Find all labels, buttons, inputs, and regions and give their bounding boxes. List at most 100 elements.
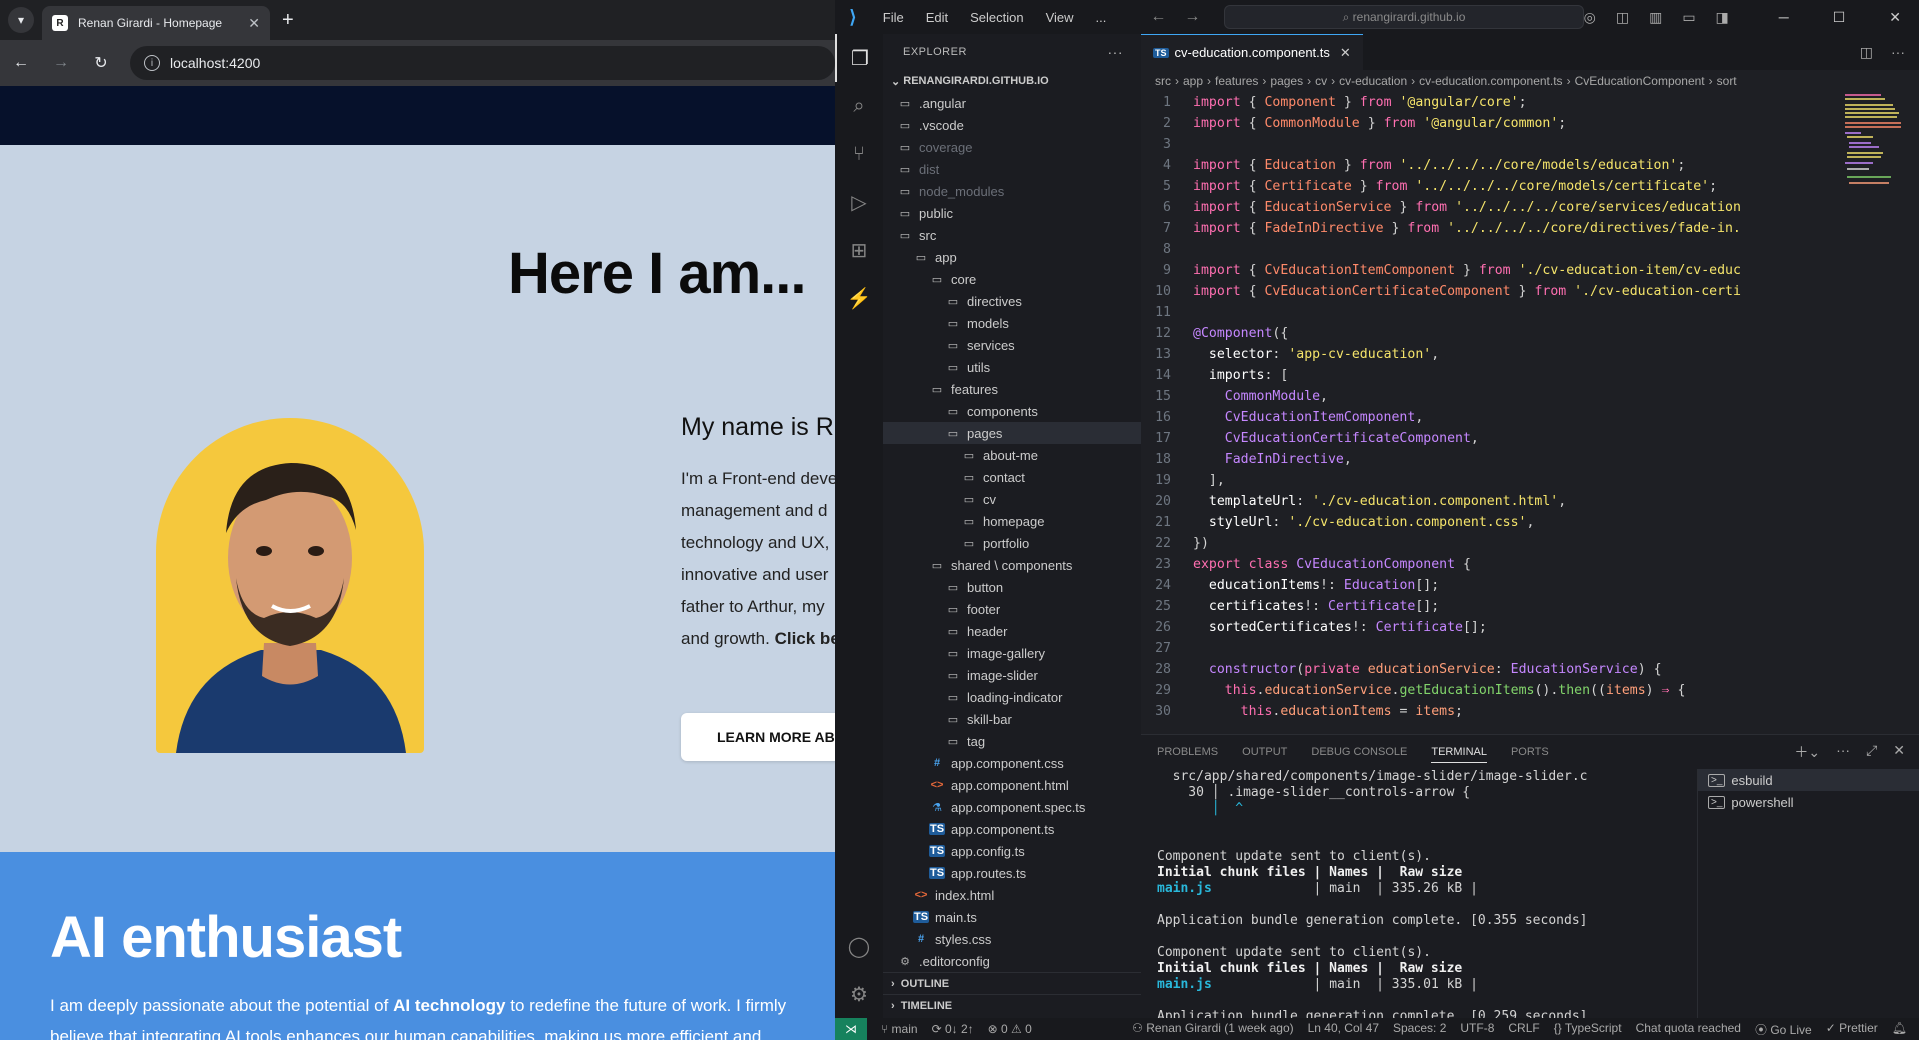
- tree-item[interactable]: ▭ image-gallery: [883, 642, 1141, 664]
- git-blame[interactable]: ⚇ Renan Girardi (1 week ago): [1132, 1021, 1294, 1038]
- reload-icon[interactable]: ↻: [90, 53, 112, 73]
- tree-item[interactable]: ⚗ app.component.spec.ts: [883, 796, 1141, 818]
- live-share-icon[interactable]: ⚡: [835, 274, 883, 322]
- new-tab-icon[interactable]: +: [282, 9, 294, 32]
- toggle-sidebar-icon[interactable]: ▥: [1649, 9, 1662, 26]
- tree-item[interactable]: ▭ homepage: [883, 510, 1141, 532]
- go-live[interactable]: ⦿ Go Live: [1755, 1021, 1812, 1038]
- menu-view[interactable]: View: [1046, 10, 1074, 25]
- tree-item[interactable]: ▭ pages: [883, 422, 1141, 444]
- tab-terminal[interactable]: TERMINAL: [1431, 746, 1487, 763]
- tree-item[interactable]: ▭ app: [883, 246, 1141, 268]
- more-actions-icon[interactable]: ···: [1108, 44, 1142, 60]
- tree-item[interactable]: ▭ core: [883, 268, 1141, 290]
- indentation[interactable]: Spaces: 2: [1393, 1021, 1446, 1038]
- tree-item[interactable]: ▭ footer: [883, 598, 1141, 620]
- remote-indicator-icon[interactable]: ⋊: [835, 1018, 867, 1040]
- maximize-panel-icon[interactable]: ⤢: [1866, 742, 1877, 762]
- tab-output[interactable]: OUTPUT: [1242, 746, 1287, 758]
- outline-section[interactable]: › OUTLINE: [883, 972, 1141, 994]
- tab-problems[interactable]: PROBLEMS: [1157, 746, 1218, 758]
- breadcrumb-item[interactable]: sort: [1717, 74, 1737, 88]
- menu-file[interactable]: File: [883, 10, 904, 25]
- tree-item[interactable]: ▭ header: [883, 620, 1141, 642]
- minimize-icon[interactable]: ─: [1779, 9, 1789, 26]
- toggle-secondary-sidebar-icon[interactable]: ◨: [1716, 9, 1729, 26]
- tab-debug-console[interactable]: DEBUG CONSOLE: [1311, 746, 1407, 758]
- tree-item[interactable]: ▭ cv: [883, 488, 1141, 510]
- tree-item[interactable]: ▭ utils: [883, 356, 1141, 378]
- search-view-icon[interactable]: ⌕: [835, 82, 883, 130]
- tree-item[interactable]: ▭ coverage: [883, 136, 1141, 158]
- editor-tab-active[interactable]: TS cv-education.component.ts ✕: [1141, 34, 1363, 70]
- run-debug-icon[interactable]: ▷: [835, 178, 883, 226]
- copilot-quota[interactable]: Chat quota reached: [1636, 1021, 1741, 1038]
- git-branch[interactable]: ⑂ main: [881, 1022, 918, 1036]
- extensions-icon[interactable]: ⊞: [835, 226, 883, 274]
- tree-item[interactable]: ▭ loading-indicator: [883, 686, 1141, 708]
- breadcrumb-item[interactable]: app: [1183, 74, 1203, 88]
- breadcrumb-item[interactable]: cv-education.component.ts: [1419, 74, 1562, 88]
- breadcrumb-item[interactable]: features: [1215, 74, 1258, 88]
- code-view[interactable]: 1 import { Component } from '@angular/cor…: [1141, 92, 1919, 722]
- tree-item[interactable]: TS app.config.ts: [883, 840, 1141, 862]
- line-ending[interactable]: CRLF: [1508, 1021, 1539, 1038]
- close-editor-icon[interactable]: ✕: [1340, 45, 1351, 61]
- minimap[interactable]: [1845, 92, 1905, 202]
- tree-item[interactable]: ▭ skill-bar: [883, 708, 1141, 730]
- tab-ports[interactable]: PORTS: [1511, 746, 1549, 758]
- copilot-icon[interactable]: ◎: [1584, 9, 1596, 26]
- tree-item[interactable]: ▭ contact: [883, 466, 1141, 488]
- breadcrumb-item[interactable]: pages: [1270, 74, 1303, 88]
- cursor-position[interactable]: Ln 40, Col 47: [1308, 1021, 1379, 1038]
- source-control-icon[interactable]: ⑂: [835, 130, 883, 178]
- tree-item[interactable]: ▭ dist: [883, 158, 1141, 180]
- click-link[interactable]: Click be: [775, 629, 835, 648]
- tree-item[interactable]: TS app.component.ts: [883, 818, 1141, 840]
- tree-item[interactable]: TS main.ts: [883, 906, 1141, 928]
- explorer-icon[interactable]: ❐: [835, 34, 883, 82]
- tree-item[interactable]: ▭ models: [883, 312, 1141, 334]
- tree-item[interactable]: ▭ shared \ components: [883, 554, 1141, 576]
- terminal-powershell[interactable]: >_ powershell: [1698, 791, 1919, 813]
- tree-item[interactable]: ▭ button: [883, 576, 1141, 598]
- breadcrumb-item[interactable]: src: [1155, 74, 1171, 88]
- breadcrumb-item[interactable]: CvEducationComponent: [1575, 74, 1705, 88]
- menu-more[interactable]: ...: [1096, 10, 1107, 25]
- more-actions-icon[interactable]: ···: [1836, 742, 1850, 762]
- learn-more-button[interactable]: LEARN MORE ABO: [681, 713, 835, 761]
- tree-item[interactable]: ▭ services: [883, 334, 1141, 356]
- terminal-esbuild[interactable]: >_ esbuild: [1698, 769, 1919, 791]
- sync-status[interactable]: ⟳ 0↓ 2↑: [932, 1022, 974, 1036]
- tree-item[interactable]: ▭ public: [883, 202, 1141, 224]
- tree-item[interactable]: ▭ portfolio: [883, 532, 1141, 554]
- tree-item[interactable]: ▭ image-slider: [883, 664, 1141, 686]
- breadcrumb-item[interactable]: cv: [1315, 74, 1327, 88]
- browser-tab[interactable]: R Renan Girardi - Homepage ✕: [42, 6, 270, 40]
- tree-item[interactable]: TS app.routes.ts: [883, 862, 1141, 884]
- tree-item[interactable]: <> index.html: [883, 884, 1141, 906]
- go-forward-icon[interactable]: →: [1184, 8, 1200, 26]
- address-bar[interactable]: i localhost:4200: [130, 46, 835, 80]
- settings-gear-icon[interactable]: ⚙: [835, 970, 883, 1018]
- command-center[interactable]: ⌕ renangirardi.github.io: [1224, 5, 1584, 29]
- tree-item[interactable]: ▭ .angular: [883, 92, 1141, 114]
- close-window-icon[interactable]: ✕: [1889, 9, 1901, 26]
- tree-item[interactable]: ▭ directives: [883, 290, 1141, 312]
- maximize-icon[interactable]: ☐: [1833, 9, 1846, 26]
- new-terminal-icon[interactable]: ＋⌄: [1794, 742, 1820, 762]
- terminal-output[interactable]: src/app/shared/components/image-slider/i…: [1141, 769, 1697, 1018]
- site-info-icon[interactable]: i: [144, 55, 160, 71]
- customize-layout-icon[interactable]: ◫: [1616, 9, 1629, 26]
- forward-icon[interactable]: →: [50, 54, 72, 72]
- tree-item[interactable]: ▭ node_modules: [883, 180, 1141, 202]
- menu-edit[interactable]: Edit: [926, 10, 948, 25]
- close-tab-icon[interactable]: ✕: [248, 15, 260, 32]
- more-actions-icon[interactable]: ···: [1891, 44, 1905, 61]
- breadcrumb-item[interactable]: cv-education: [1339, 74, 1407, 88]
- tree-item[interactable]: # app.component.css: [883, 752, 1141, 774]
- tree-item[interactable]: ▭ .vscode: [883, 114, 1141, 136]
- tree-item[interactable]: ▭ tag: [883, 730, 1141, 752]
- encoding[interactable]: UTF-8: [1460, 1021, 1494, 1038]
- tree-item[interactable]: ▭ src: [883, 224, 1141, 246]
